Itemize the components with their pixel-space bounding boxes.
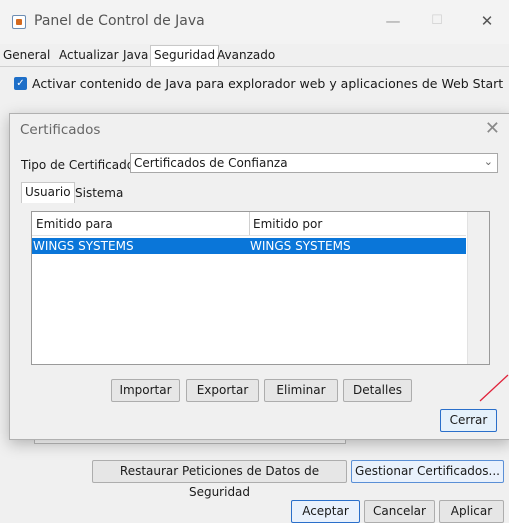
column-divider <box>249 212 250 235</box>
close-button[interactable]: ✕ <box>470 10 504 32</box>
certificate-type-label: Tipo de Certificado: <box>21 158 139 172</box>
details-button[interactable]: Detalles <box>343 379 412 402</box>
dialog-close-icon[interactable]: ✕ <box>485 118 500 139</box>
column-issued-to[interactable]: Emitido para <box>36 217 113 231</box>
tab-seguridad[interactable]: Seguridad <box>150 45 220 67</box>
table-row[interactable]: WINGS SYSTEMS WINGS SYSTEMS <box>32 238 466 254</box>
tab-usuario[interactable]: Usuario <box>21 182 75 203</box>
checkmark-icon: ✓ <box>16 78 25 89</box>
table-scrollbar[interactable] <box>467 212 489 364</box>
certificates-dialog: Certificados ✕ Tipo de Certificado: Cert… <box>9 113 509 440</box>
certificate-type-value: Certificados de Confianza <box>134 156 288 170</box>
window-title: Panel de Control de Java <box>34 13 205 29</box>
restore-prompts-button[interactable]: Restaurar Peticiones de Datos de Segurid… <box>92 460 347 499</box>
cell-issued-by: WINGS SYSTEMS <box>250 239 351 253</box>
certificate-type-select[interactable]: Certificados de Confianza ⌄ <box>130 153 498 173</box>
tab-general[interactable]: General <box>0 46 53 65</box>
dialog-title: Certificados <box>20 122 101 138</box>
maximize-button[interactable]: ☐ <box>420 10 454 32</box>
column-issued-by[interactable]: Emitido por <box>253 217 322 231</box>
chevron-down-icon: ⌄ <box>483 155 493 168</box>
cancel-button[interactable]: Cancelar <box>364 500 435 523</box>
tab-bar: General Actualizar Java Seguridad Avanza… <box>0 45 509 67</box>
close-dialog-button[interactable]: Cerrar <box>440 409 497 432</box>
apply-button[interactable]: Aplicar <box>439 500 504 523</box>
manage-certificates-button[interactable]: Gestionar Certificados... <box>351 460 504 483</box>
tab-actualizar[interactable]: Actualizar <box>56 46 122 65</box>
import-button[interactable]: Importar <box>111 379 180 402</box>
ok-button[interactable]: Aceptar <box>291 500 360 523</box>
export-button[interactable]: Exportar <box>186 379 259 402</box>
enable-java-checkbox[interactable]: ✓ <box>14 77 27 90</box>
tab-avanzado[interactable]: Avanzado <box>214 46 278 65</box>
tab-java[interactable]: Java <box>120 46 151 65</box>
table-header: Emitido para Emitido por <box>32 212 466 236</box>
tab-sistema[interactable]: Sistema <box>72 184 126 202</box>
cell-issued-to: WINGS SYSTEMS <box>33 239 134 253</box>
delete-button[interactable]: Eliminar <box>264 379 338 402</box>
annotation-stroke <box>479 374 509 402</box>
minimize-button[interactable]: — <box>376 10 410 32</box>
enable-java-label: Activar contenido de Java para explorado… <box>32 76 504 91</box>
annotation-line <box>479 374 509 402</box>
certificate-table[interactable]: Emitido para Emitido por WINGS SYSTEMS W… <box>31 211 490 365</box>
java-cup-icon <box>12 15 26 29</box>
